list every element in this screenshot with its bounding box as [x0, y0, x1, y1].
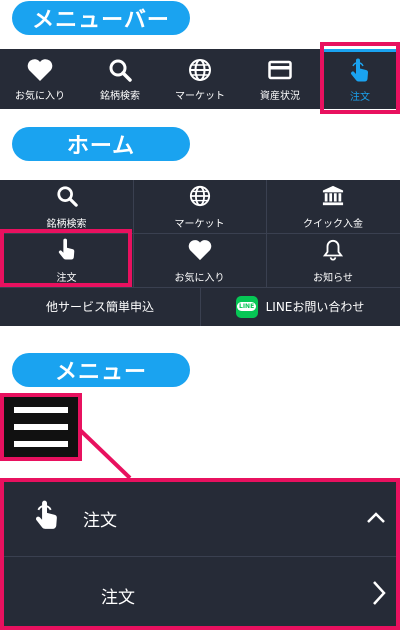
chevron-up-icon: [366, 509, 386, 529]
expanded-menu-panel: 注文 注文: [0, 478, 400, 630]
chevron-right-icon: [372, 580, 386, 611]
hand-pointer-icon: [33, 500, 61, 537]
menu-item-order[interactable]: 注文: [0, 478, 400, 556]
menu-item-label: 注文: [83, 511, 117, 531]
menu-subitem-label: 注文: [101, 588, 135, 608]
menu-subitem-order[interactable]: 注文: [0, 557, 400, 630]
